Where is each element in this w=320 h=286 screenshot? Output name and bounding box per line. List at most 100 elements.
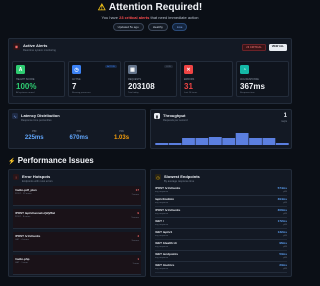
metric-label: Avg Response [240,78,259,81]
section-title: ⚡ Performance Issues [8,156,94,165]
hotspots-title: Error Hotspots [22,174,51,179]
metric-icon: ✕ [184,65,193,74]
throughput-bar [155,143,169,145]
slow-endpoint-row[interactable]: /POST /v1/chunks avg response 300ms p95 [155,208,287,218]
bolt-icon: ⚡ [8,159,16,165]
response-sub: p95 [283,257,287,259]
response-time: 96ms [279,241,287,245]
view-all-button[interactable]: VIEW ALL [268,44,287,51]
response-sub: p95 [283,246,287,248]
throughput-bar [235,133,249,145]
endpoint-name: /POST /v1/chunks [155,186,181,190]
chart-icon: ▮ [154,113,160,119]
latency-values: P50 225ms P95 670ms P99 1.03s [12,130,142,141]
critical-count-button[interactable]: 23 CRITICAL [242,44,266,51]
alerts-title: Active Alerts [23,43,48,48]
metric-label: Errors [184,78,195,81]
throughput-bar [249,138,262,145]
error-count: 4 [137,234,139,238]
endpoint-name: /GET /api/v1 [155,230,173,234]
metric-value: 203108 [128,82,155,91]
endpoint-name: /radio.php [15,257,30,261]
response-sub: p95 [283,191,287,193]
throughput-value: 1 [283,113,287,119]
metric-label: Requests [128,78,142,81]
response-sub: p95 [283,224,287,226]
live-pill: Live [171,23,188,31]
slowest-title: Slowest Endpoints [164,174,200,179]
alert-hero: ⚠ Attention Required! You have 23 critic… [0,0,300,38]
endpoint-name: /POST /v1/chunks [155,208,181,212]
response-time: 132ms [277,230,287,234]
endpoint-name: /radio-pdf_plan [15,188,37,192]
endpoint-name: /GET / [155,219,164,223]
endpoint-meta: POST · 8 errors [15,216,31,218]
slow-endpoint-row[interactable]: /GET /api/v1 avg response 132ms p95 [155,230,287,240]
endpoint-name: /api/v1/admin [155,197,175,201]
endpoint-meta: avg response [155,257,169,259]
endpoint-name: /GET /endpoints [155,252,178,256]
slow-endpoint-row[interactable]: /GET /endpoints avg response 53ms p95 [155,252,287,262]
endpoint-meta: avg response [155,246,169,248]
alert-icon: ◉ [13,43,20,50]
throughput-bar [195,138,209,145]
pulse-icon: ∿ [12,113,18,119]
metric-icon: ▦ [128,65,137,74]
latency-p95: P95 670ms [69,130,89,141]
slow-endpoint-row[interactable]: /GET / avg response 172ms p95 [155,219,287,229]
throughput-bar [222,138,236,145]
throughput-subtitle: Requests per second [163,119,188,122]
metric-sub: Response time [240,92,255,94]
response-time: 172ms [277,219,287,223]
endpoint-meta: POST · 12 errors [15,193,32,195]
metric-label: Health Score [16,78,35,81]
status-pills: Updated 5s ago Healthy Live [0,23,300,31]
endpoint-meta: avg response [155,268,169,270]
endpoint-name: /GET /Health Hi [155,241,177,245]
response-time: 53ms [279,252,287,256]
error-sub: 7 errors [131,194,139,196]
metric-badge: LIVE [164,65,173,68]
latency-panel: ∿ Latency Distribution Response time per… [8,109,146,149]
slow-endpoint-row[interactable]: /POST /v1/chunks avg response 574ms p95 [155,186,287,196]
metric-icon: A [16,65,25,74]
latency-title: Latency Distribution [21,113,60,118]
alert-summary: You have 23 critical alerts that need im… [101,15,199,20]
response-time: 574ms [277,186,287,190]
throughput-unit: req/s [281,120,287,123]
hotspot-row[interactable]: /radio.php GET · 1 error 1 1 error [13,255,141,275]
throughput-bar [275,143,289,145]
response-time: 300ms [277,208,287,212]
endpoint-meta: avg response [155,191,169,193]
hotspot-row[interactable]: /POST /api/channels/{id}/flat POST · 8 e… [13,209,141,229]
slowest-subtitle: By average response time [164,180,195,183]
metric-value: 31 [184,82,193,91]
slowest-endpoints-panel: ◷ Slowest Endpoints By average response … [150,169,292,277]
hotspot-row[interactable]: /radio-pdf_plan POST · 12 errors 17 7 er… [13,186,141,206]
clock-icon: ◷ [155,174,161,180]
latency-p50: P50 225ms [24,130,44,141]
warning-icon: ⚠ [97,2,106,12]
throughput-panel: ▮ Throughput Requests per second 1 req/s [150,109,292,149]
metric-sub: All systems normal [16,92,35,94]
error-count: 1 [137,257,139,261]
hotspot-row[interactable]: /POST /v1/chunks GET · 4 errors 4 3 erro… [13,232,141,252]
response-time: 394ms [277,197,287,201]
hotspots-subtitle: Endpoints with most errors [22,180,53,183]
metric-label: Active [72,78,81,81]
error-count: 9 [137,211,139,215]
response-sub: p95 [283,235,287,237]
slow-endpoint-row[interactable]: /api/v1/admin avg response 394ms p95 [155,197,287,207]
error-hotspots-panel: ! Error Hotspots Endpoints with most err… [8,169,146,277]
latency-p99: P99 1.03s [114,130,130,141]
metric-icon: ◔ [240,65,249,74]
throughput-bar [262,138,276,145]
metric-card: ✕ Errors 31 Last 24 hours [180,61,233,97]
slow-endpoint-row[interactable]: /GET /metrics avg response 23ms p95 [155,263,287,273]
endpoint-meta: avg response [155,224,169,226]
endpoint-meta: GET · 1 error [15,262,28,264]
response-sub: p95 [283,268,287,270]
error-sub: 1 error [132,263,139,265]
slow-endpoint-row[interactable]: /GET /Health Hi avg response 96ms p95 [155,241,287,251]
metric-sub: Last 24 hours [184,92,198,94]
